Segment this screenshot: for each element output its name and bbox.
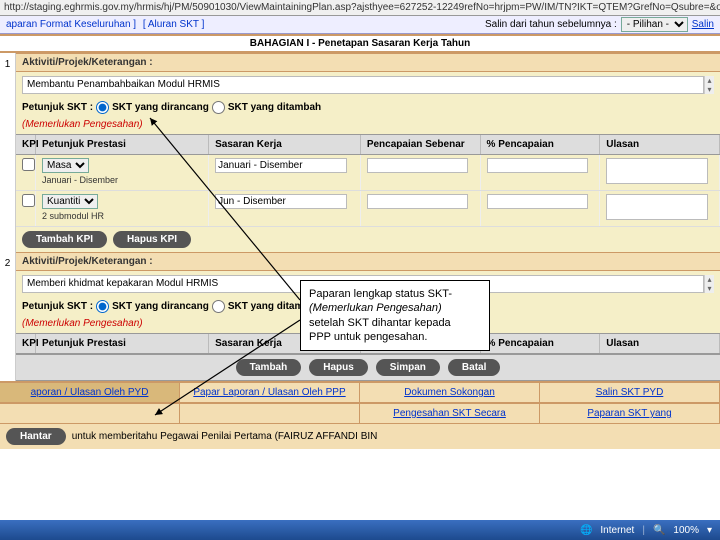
hantar-note: untuk memberitahu Pegawai Penilai Pertam… xyxy=(72,431,378,442)
kpi-pp-select-2[interactable]: Kuantiti xyxy=(42,194,98,209)
callout-line-1: Paparan lengkap status SKT- xyxy=(309,287,481,301)
kpi2-header-pp: Petunjuk Prestasi xyxy=(36,334,209,353)
tab2-paparan[interactable]: Paparan SKT yang xyxy=(540,404,720,423)
kpi-check-1[interactable] xyxy=(22,158,35,171)
kpi-row-1: Masa Januari - Disember xyxy=(16,155,720,191)
link-format-keseluruhan[interactable]: aparan Format Keseluruhan ] xyxy=(6,19,136,30)
activity-label-2: Aktiviti/Projek/Keterangan : xyxy=(22,256,153,267)
kpi-header-kpi: KPI xyxy=(16,135,36,154)
radio-ditambah-2[interactable] xyxy=(212,300,225,313)
kpi-sk-2[interactable] xyxy=(215,194,347,209)
bottom-tabs: aporan / Ulasan Oleh PYD Papar Laporan /… xyxy=(0,381,720,402)
kpi-sk-1[interactable] xyxy=(215,158,347,173)
globe-icon: 🌐 xyxy=(580,525,592,536)
callout-line-3: setelah SKT dihantar kepada xyxy=(309,316,481,330)
kpi-header-pc: % Pencapaian xyxy=(481,135,601,154)
radio-ditambah-label-1: SKT yang ditambah xyxy=(228,102,321,113)
kpi-ps-2[interactable] xyxy=(367,194,468,209)
activity-label: Aktiviti/Projek/Keterangan : xyxy=(22,57,153,68)
tab-laporan-ppp[interactable]: Papar Laporan / Ulasan Oleh PPP xyxy=(180,383,360,402)
kpi-ul-2[interactable] xyxy=(606,194,707,220)
radio-dirancang-2[interactable] xyxy=(96,300,109,313)
kpi2-header-ul: Ulasan xyxy=(600,334,720,353)
status-internet: Internet xyxy=(600,525,634,536)
textarea-scroll-1[interactable]: ▴▾ xyxy=(704,76,714,94)
tambah-button[interactable]: Tambah xyxy=(236,359,302,376)
kpi-ps-1[interactable] xyxy=(367,158,468,173)
simpan-button[interactable]: Simpan xyxy=(376,359,440,376)
textarea-scroll-2[interactable]: ▴▾ xyxy=(704,275,714,293)
kpi-header-ul: Ulasan xyxy=(600,135,720,154)
copy-year-label: Salin dari tahun sebelumnya : xyxy=(485,19,617,30)
status-zoom: 100% xyxy=(673,525,699,536)
petunjuk-label: Petunjuk SKT : xyxy=(22,102,93,113)
radio-dirancang-1[interactable] xyxy=(96,101,109,114)
tab-laporan-pyd[interactable]: aporan / Ulasan Oleh PYD xyxy=(0,383,180,402)
link-aluran-skt[interactable]: [ Aluran SKT ] xyxy=(143,19,205,30)
kpi-pc-1[interactable] xyxy=(487,158,588,173)
page-header: aparan Format Keseluruhan ] [ Aluran SKT… xyxy=(0,16,720,34)
annotation-callout: Paparan lengkap status SKT- (Memerlukan … xyxy=(300,280,490,351)
row-number-2: 2 xyxy=(0,252,16,381)
kpi2-header-pc: % Pencapaian xyxy=(481,334,601,353)
zoom-icon: 🔍 xyxy=(653,525,665,536)
radio-ditambah-1[interactable] xyxy=(212,101,225,114)
tambah-kpi-button[interactable]: Tambah KPI xyxy=(22,231,107,248)
kpi-row-2: Kuantiti 2 submodul HR xyxy=(16,191,720,227)
kpi-pc-2[interactable] xyxy=(487,194,588,209)
activity-text-1[interactable]: Membantu Penambahbaikan Modul HRMIS xyxy=(22,76,704,94)
petunjuk-label-2: Petunjuk SKT : xyxy=(22,301,93,312)
kpi-check-2[interactable] xyxy=(22,194,35,207)
copy-action[interactable]: Salin xyxy=(692,19,714,30)
kpi-header-sk: Sasaran Kerja xyxy=(209,135,361,154)
batal-button[interactable]: Batal xyxy=(448,359,500,376)
radio-dirancang-label-2: SKT yang dirancang xyxy=(112,301,209,312)
kpi-pp-select-1[interactable]: Masa xyxy=(42,158,89,173)
tab-dokumen[interactable]: Dokumen Sokongan xyxy=(360,383,540,402)
zoom-dropdown-icon[interactable]: ▾ xyxy=(707,525,712,536)
tab2-pengesahan[interactable]: Pengesahan SKT Secara xyxy=(360,404,540,423)
browser-status-bar: 🌐 Internet | 🔍 100% ▾ xyxy=(0,520,720,540)
kpi-pp-sub-2: 2 submodul HR xyxy=(42,211,202,221)
row-number-1: 1 xyxy=(0,53,16,252)
kpi-header-pp: Petunjuk Prestasi xyxy=(36,135,209,154)
section-title: BAHAGIAN I - Penetapan Sasaran Kerja Tah… xyxy=(0,34,720,53)
kpi-header-ps: Pencapaian Sebenar xyxy=(361,135,481,154)
hapus-kpi-button[interactable]: Hapus KPI xyxy=(113,231,191,248)
callout-line-2: (Memerlukan Pengesahan) xyxy=(309,301,481,315)
kpi2-header-kpi: KPI xyxy=(16,334,36,353)
hantar-button[interactable]: Hantar xyxy=(6,428,66,445)
tab2-b[interactable] xyxy=(180,404,360,423)
callout-line-4: PPP untuk pengesahan. xyxy=(309,330,481,344)
kpi-pp-sub-1: Januari - Disember xyxy=(42,175,202,185)
address-bar[interactable]: http://staging.eghrmis.gov.my/hrmis/hj/P… xyxy=(0,0,720,16)
status-note-1: (Memerlukan Pengesahan) xyxy=(16,117,720,134)
tab2-a[interactable] xyxy=(0,404,180,423)
copy-year-select[interactable]: - Pilihan - xyxy=(621,17,688,32)
hapus-button[interactable]: Hapus xyxy=(309,359,368,376)
radio-dirancang-label-1: SKT yang dirancang xyxy=(112,102,209,113)
tab-salin-skt[interactable]: Salin SKT PYD xyxy=(540,383,720,402)
bottom-tabs-2: Pengesahan SKT Secara Paparan SKT yang xyxy=(0,402,720,423)
kpi-ul-1[interactable] xyxy=(606,158,707,184)
